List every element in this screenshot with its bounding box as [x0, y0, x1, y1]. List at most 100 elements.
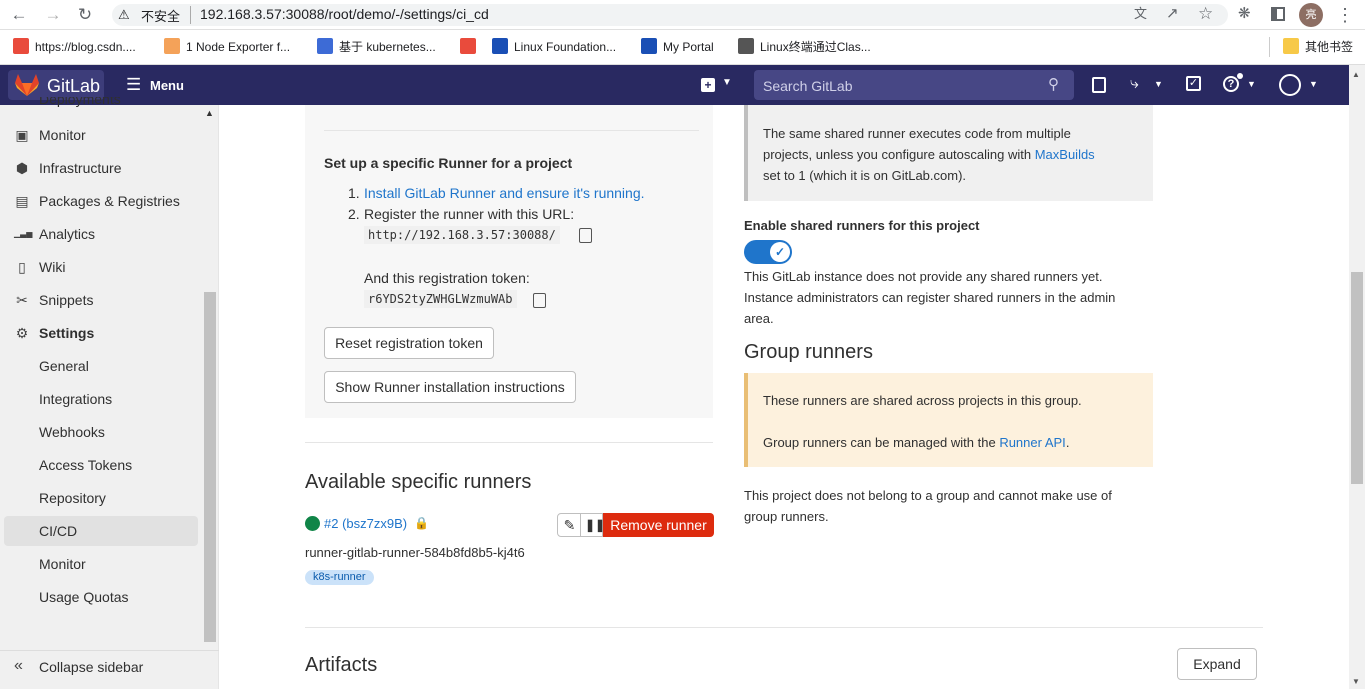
extensions-icon[interactable]: ❋ [1238, 5, 1256, 23]
bookmark-item[interactable]: Linux Foundation... [492, 38, 616, 56]
register-url-label: Register the runner with this URL: [364, 206, 575, 222]
maxbuilds-link[interactable]: MaxBuilds [1035, 147, 1095, 162]
sidebar-subitem-general[interactable]: General [0, 351, 219, 381]
bookmark-favicon-icon [13, 38, 29, 54]
remove-runner-button[interactable]: Remove runner [603, 513, 714, 537]
sidebar-item-infrastructure[interactable]: ⬢ Infrastructure [0, 153, 219, 183]
new-item-icon[interactable]: + [701, 78, 715, 92]
help-icon[interactable]: ? [1223, 76, 1239, 92]
security-label: 不安全 [141, 9, 181, 24]
bookmark-label: 基于 kubernetes... [339, 40, 436, 54]
bookmark-item[interactable]: My Portal [641, 38, 714, 56]
sidebar-subitem-label: Access Tokens [39, 457, 133, 473]
shared-info-line-3: set to 1 (which it is on GitLab.com). [763, 168, 967, 183]
translate-icon[interactable]: 文 [1134, 6, 1150, 22]
token-label: And this registration token: [364, 270, 530, 286]
url-text[interactable]: 192.168.3.57:30088/root/demo/-/settings/… [200, 5, 489, 23]
reload-icon[interactable]: ↻ [74, 4, 96, 26]
bookmark-item[interactable]: https://blog.csdn.... [13, 38, 136, 56]
mr-chevron-icon[interactable]: ▼ [1154, 79, 1163, 89]
shared-info-line-1: The same shared runner executes code fro… [763, 126, 1071, 141]
todos-icon[interactable]: ✓ [1186, 76, 1201, 91]
user-avatar-icon[interactable] [1279, 74, 1301, 96]
chevron-down-icon[interactable]: ▼ [722, 77, 732, 88]
page-scroll-up-icon[interactable]: ▲ [1352, 70, 1360, 79]
runner-id-link[interactable]: #2 (bsz7zx9B) [324, 516, 407, 531]
wiki-icon: ▯ [18, 259, 26, 275]
bookmark-label: https://blog.csdn.... [35, 40, 136, 54]
section-divider [305, 442, 713, 443]
install-runner-link[interactable]: Install GitLab Runner and ensure it's ru… [364, 185, 645, 201]
other-bookmarks[interactable]: 其他书签 [1283, 38, 1353, 56]
pause-icon[interactable]: ❚❚ [585, 516, 605, 534]
bookmark-item[interactable]: 基于 kubernetes... [317, 38, 436, 56]
group-note-line-2: group runners. [744, 509, 829, 524]
sidebar-subitem-label: CI/CD [39, 523, 78, 539]
copy-url-icon[interactable] [579, 228, 592, 243]
bookmark-label: 1 Node Exporter f... [186, 40, 291, 54]
group-info-line-2: Group runners can be managed with the Ru… [763, 435, 1070, 450]
sidebar-subitem-webhooks[interactable]: Webhooks [0, 417, 219, 447]
scroll-up-arrow-icon[interactable]: ▲ [205, 108, 214, 118]
share-icon[interactable]: ↗ [1166, 5, 1182, 23]
bookmark-label: Linux终端通过Clas... [760, 40, 871, 54]
copy-token-icon[interactable] [533, 293, 546, 308]
sidebar-item-wiki[interactable]: ▯ Wiki [0, 252, 219, 282]
bookmark-item[interactable]: 1 Node Exporter f... [164, 38, 290, 56]
forward-icon[interactable]: → [42, 4, 64, 26]
sidebar-item-packages-registries[interactable]: ▤ Packages & Registries [0, 186, 219, 216]
page-scroll-down-icon[interactable]: ▼ [1352, 677, 1360, 686]
expand-artifacts-button[interactable]: Expand [1177, 648, 1257, 680]
search-icon[interactable]: ⚲ [1048, 76, 1064, 94]
settings-icon: ⚙ [15, 325, 29, 341]
more-icon[interactable]: ⋮ [1336, 4, 1354, 26]
sidepanel-icon[interactable] [1271, 7, 1285, 21]
bookmark-item[interactable]: Linux终端通过Clas... [738, 38, 871, 56]
folder-icon [1283, 38, 1299, 54]
show-instructions-button[interactable]: Show Runner installation instructions [324, 371, 576, 403]
profile-avatar[interactable]: 亮 [1299, 3, 1323, 27]
sidebar-subitem-ci-cd[interactable]: CI/CD [0, 516, 219, 546]
infrastructure-icon: ⬢ [15, 160, 29, 176]
sidebar-subitem-usage-quotas[interactable]: Usage Quotas [0, 582, 219, 612]
sidebar-subitem-monitor[interactable]: Monitor [0, 549, 219, 579]
no-shared-runners-line-1: This GitLab instance does not provide an… [744, 269, 1103, 284]
sidebar-scrollbar[interactable] [204, 292, 216, 642]
sidebar-item-snippets[interactable]: ✂ Snippets [0, 285, 219, 315]
shared-info-line-2: projects, unless you configure autoscali… [763, 147, 1095, 162]
hamburger-icon[interactable]: ☰ [126, 75, 144, 95]
runner-api-link[interactable]: Runner API [999, 435, 1066, 450]
gitlab-brand: GitLab [47, 76, 101, 96]
sidebar-subitem-repository[interactable]: Repository [0, 483, 219, 513]
user-chevron-icon[interactable]: ▼ [1309, 79, 1318, 89]
issues-icon[interactable] [1092, 77, 1106, 93]
sidebar-subitem-label: General [39, 358, 89, 374]
sidebar-item-settings[interactable]: ⚙ Settings [0, 318, 219, 348]
menu-button[interactable]: Menu [150, 78, 184, 93]
bookmark-favicon-icon [317, 38, 333, 54]
sidebar-item-monitor[interactable]: ▣ Monitor [0, 120, 219, 150]
sidebar-item-label: Analytics [39, 226, 96, 242]
panel-divider [324, 130, 699, 131]
bookmark-item[interactable] [460, 38, 482, 56]
sidebar-subitem-access-tokens[interactable]: Access Tokens [0, 450, 219, 480]
shared-runners-toggle[interactable]: ✓ [744, 240, 792, 264]
merge-requests-icon[interactable]: ⤷ [1130, 75, 1139, 93]
artifacts-divider [305, 627, 1263, 628]
page-scrollbar[interactable] [1351, 272, 1363, 484]
collapse-icon[interactable]: « [14, 657, 23, 675]
sidebar-divider [0, 650, 219, 651]
sidebar-subitem-label: Repository [39, 490, 106, 506]
edit-pencil-icon[interactable]: ✎ [561, 516, 578, 534]
help-chevron-icon[interactable]: ▼ [1247, 79, 1256, 89]
reset-token-button[interactable]: Reset registration token [324, 327, 494, 359]
sidebar-subitem-integrations[interactable]: Integrations [0, 384, 219, 414]
analytics-icon: ▁▃▅ [14, 229, 33, 238]
back-icon[interactable]: ← [8, 4, 30, 26]
collapse-sidebar-button[interactable]: Collapse sidebar [39, 659, 143, 675]
sidebar-item-analytics[interactable]: ▁▃▅ Analytics [0, 219, 219, 249]
tanuki-logo-icon [15, 74, 39, 96]
step-1-number: 1. [348, 185, 360, 201]
star-icon[interactable]: ☆ [1198, 4, 1216, 24]
sidebar-item-deployments-partial[interactable]: Deployments [39, 97, 121, 109]
